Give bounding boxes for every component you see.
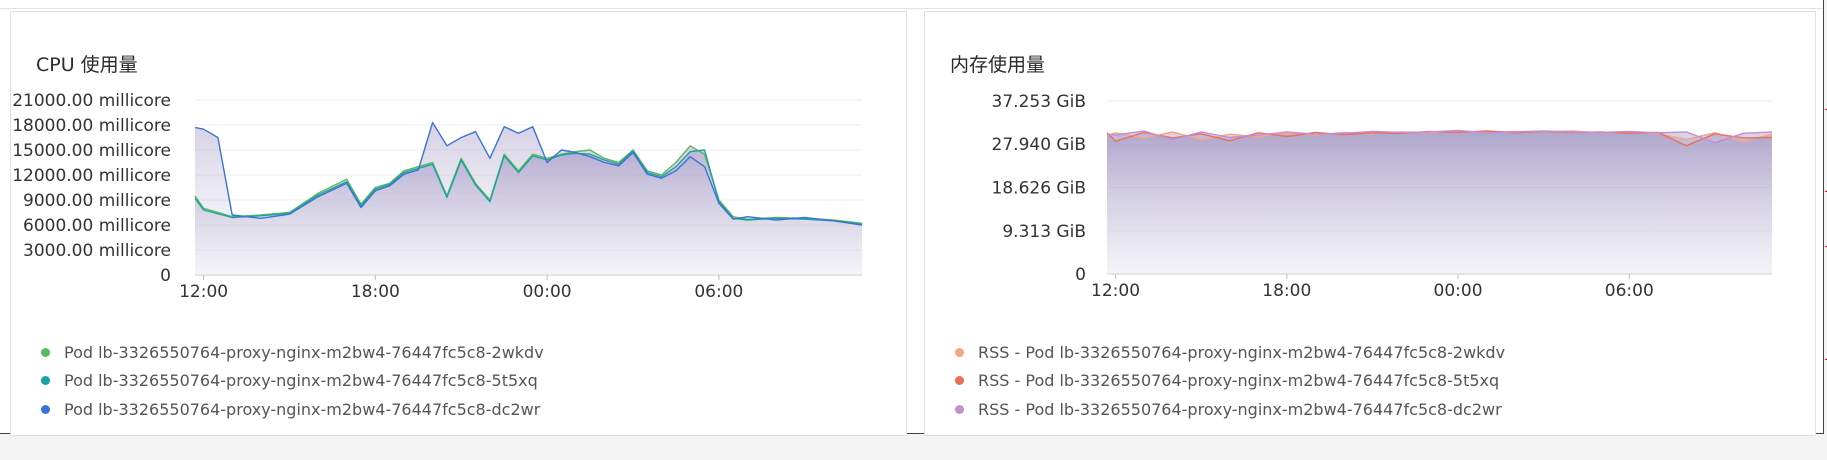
- memory-legend: RSS - Pod lb-3326550764-proxy-nginx-m2bw…: [955, 338, 1505, 424]
- y-tick-label: 37.253 GiB: [992, 92, 1086, 112]
- legend-item[interactable]: RSS - Pod lb-3326550764-proxy-nginx-m2bw…: [955, 395, 1505, 424]
- y-tick-label: 0: [1075, 265, 1086, 285]
- x-tick-label: 18:00: [1262, 281, 1311, 301]
- legend-label: RSS - Pod lb-3326550764-proxy-nginx-m2bw…: [978, 371, 1500, 391]
- legend-label: Pod lb-3326550764-proxy-nginx-m2bw4-7644…: [64, 371, 538, 391]
- legend-item[interactable]: Pod lb-3326550764-proxy-nginx-m2bw4-7644…: [41, 367, 544, 396]
- legend-dot-icon: [41, 376, 50, 386]
- x-tick-label: 12:00: [1091, 281, 1140, 301]
- x-tick-label: 00:00: [1434, 281, 1483, 301]
- y-tick-label: 21000.00 millicore: [12, 91, 171, 111]
- y-tick-label: 3000.00 millicore: [23, 241, 171, 261]
- legend-label: Pod lb-3326550764-proxy-nginx-m2bw4-7644…: [64, 399, 541, 419]
- x-tick-label: 06:00: [694, 282, 743, 302]
- legend-item[interactable]: RSS - Pod lb-3326550764-proxy-nginx-m2bw…: [955, 338, 1505, 367]
- memory-usage-panel: 内存使用量 0 9.313 GiB 18.626 GiB 27.940 GiB 37.2…: [924, 11, 1816, 436]
- y-tick-label: 0: [160, 266, 171, 286]
- legend-dot-icon: [41, 347, 50, 357]
- top-divider: [0, 8, 1823, 9]
- y-tick-label: 18.626 GiB: [992, 179, 1086, 199]
- y-tick-label: 9.313 GiB: [1002, 222, 1086, 242]
- series-area: [1107, 130, 1772, 274]
- series-area: [195, 122, 862, 275]
- x-tick-label: 12:00: [179, 282, 228, 302]
- legend-dot-icon: [955, 376, 964, 386]
- legend-item[interactable]: Pod lb-3326550764-proxy-nginx-m2bw4-7644…: [41, 395, 544, 424]
- y-tick-label: 6000.00 millicore: [23, 216, 171, 236]
- legend-item[interactable]: Pod lb-3326550764-proxy-nginx-m2bw4-7644…: [41, 338, 544, 367]
- y-tick-label: 9000.00 millicore: [23, 191, 171, 211]
- legend-dot-icon: [955, 404, 964, 414]
- y-tick-label: 12000.00 millicore: [12, 166, 171, 186]
- y-tick-label: 15000.00 millicore: [12, 141, 171, 161]
- x-tick-label: 18:00: [351, 282, 400, 302]
- x-tick-label: 00:00: [523, 282, 572, 302]
- legend-item[interactable]: RSS - Pod lb-3326550764-proxy-nginx-m2bw…: [955, 367, 1505, 396]
- x-tick-label: 06:00: [1605, 281, 1654, 301]
- legend-label: RSS - Pod lb-3326550764-proxy-nginx-m2bw…: [978, 399, 1502, 419]
- legend-label: RSS - Pod lb-3326550764-proxy-nginx-m2bw…: [978, 342, 1506, 362]
- cpu-legend: Pod lb-3326550764-proxy-nginx-m2bw4-7644…: [41, 338, 544, 424]
- y-tick-label: 27.940 GiB: [992, 135, 1086, 155]
- cpu-usage-panel: CPU 使用量 0 3000.00 millicore 6000.00 millic…: [10, 11, 907, 436]
- legend-dot-icon: [955, 347, 964, 357]
- y-tick-label: 18000.00 millicore: [12, 116, 171, 136]
- legend-dot-icon: [41, 404, 50, 414]
- legend-label: Pod lb-3326550764-proxy-nginx-m2bw4-7644…: [64, 342, 544, 362]
